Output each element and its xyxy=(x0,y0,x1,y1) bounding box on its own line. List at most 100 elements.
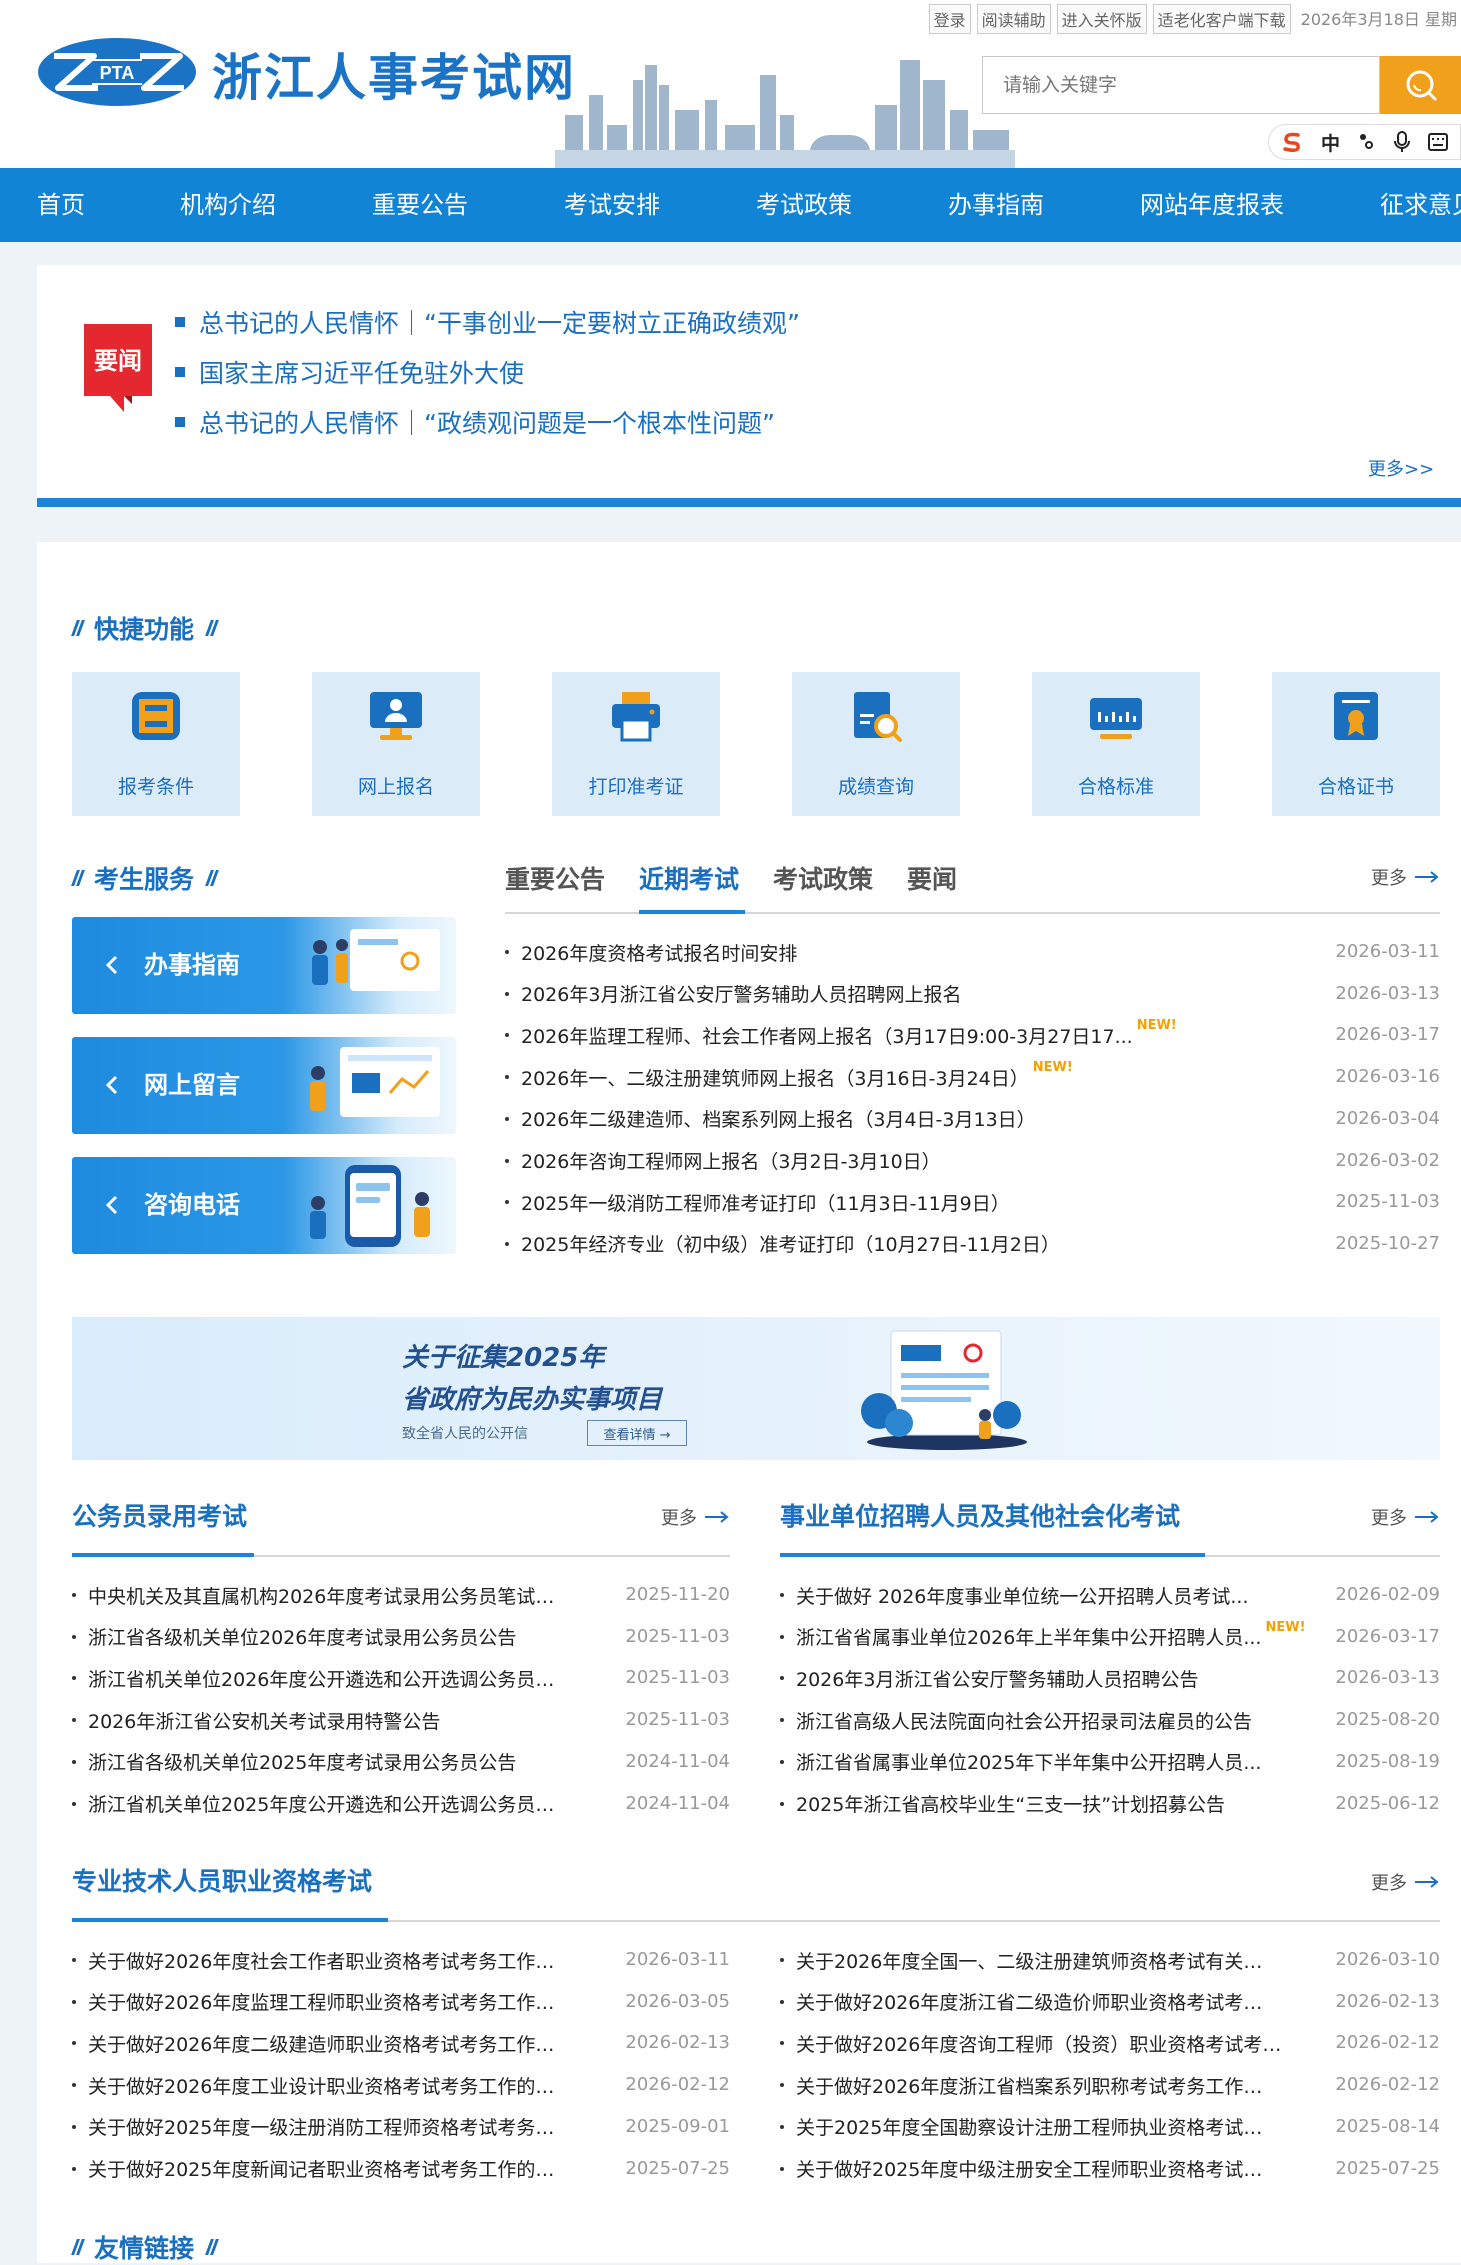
sogou-s-icon[interactable] xyxy=(1281,131,1303,153)
login-link[interactable]: 登录 xyxy=(928,4,971,34)
search-icon xyxy=(1406,70,1436,101)
care-mode-link[interactable]: 进入关怀版 xyxy=(1056,4,1147,34)
quick-tile-certificate[interactable]: 合格证书 xyxy=(1272,672,1440,816)
microphone-icon[interactable] xyxy=(1394,131,1411,153)
nav-item-guide[interactable]: 办事指南 xyxy=(948,168,1044,242)
list-item[interactable]: 关于做好2025年度一级注册消防工程师资格考试考务… 2025-09-01 xyxy=(72,2112,730,2142)
list-item[interactable]: 关于2026年度全国一、二级注册建筑师资格考试有关… 2026-03-10 xyxy=(780,1945,1440,1975)
news-item[interactable]: 总书记的人民情怀｜“政绩观问题是一个根本性问题” xyxy=(175,404,775,440)
list-item[interactable]: 浙江省省属事业单位2025年下半年集中公开招聘人员... 2025-08-19 xyxy=(780,1747,1440,1777)
bullet-square-icon xyxy=(175,317,185,327)
site-logo[interactable]: PTA xyxy=(36,36,198,108)
nav-item-exam-policy[interactable]: 考试政策 xyxy=(756,168,852,242)
nav-item-announcements[interactable]: 重要公告 xyxy=(372,168,468,242)
list-item-title: 关于做好2026年度工业设计职业资格考试考务工作的… xyxy=(88,2075,555,2098)
list-item[interactable]: 浙江省各级机关单位2025年度考试录用公务员公告 2024-11-04 xyxy=(72,1747,730,1777)
list-item[interactable]: 关于做好2025年度新闻记者职业资格考试考务工作的… 2025-07-25 xyxy=(72,2154,730,2184)
list-item[interactable]: 关于做好2025年度中级注册安全工程师职业资格考试… 2025-07-25 xyxy=(780,2154,1440,2184)
list-item[interactable]: 关于做好2026年度监理工程师职业资格考试考务工作… 2026-03-05 xyxy=(72,1987,730,2017)
public-institution-more-link[interactable]: 更多 xyxy=(1371,1504,1439,1530)
list-item-date: 2026-02-13 xyxy=(625,2032,730,2054)
list-item[interactable]: 2026年二级建造师、档案系列网上报名（3月4日-3月13日） 2026-03-0… xyxy=(505,1104,1440,1134)
quick-tile-pass-standard[interactable]: 合格标准 xyxy=(1032,672,1200,816)
public-institution-title: 事业单位招聘人员及其他社会化考试 xyxy=(780,1502,1181,1531)
service-banner-message[interactable]: 网上留言 xyxy=(72,1037,456,1134)
list-item[interactable]: 关于做好 2026年度事业单位统一公开招聘人员考试... 2026-02-09 xyxy=(780,1580,1440,1610)
professional-qualification-more-link[interactable]: 更多 xyxy=(1371,1869,1439,1895)
list-item-title: 2025年浙江省高校毕业生“三支一扶”计划招募公告 xyxy=(796,1794,1226,1816)
service-banner-hotline[interactable]: 咨询电话 xyxy=(72,1157,456,1254)
list-item[interactable]: 浙江省省属事业单位2026年上半年集中公开招聘人员... NEW! 2026-03-… xyxy=(780,1620,1440,1652)
nav-item-home[interactable]: 首页 xyxy=(37,168,85,242)
list-item[interactable]: 2026年3月浙江省公安厅警务辅助人员招聘网上报名 2026-03-13 xyxy=(505,979,1440,1009)
tabs-more-link[interactable]: 更多 xyxy=(1371,864,1439,890)
nav-item-about[interactable]: 机构介绍 xyxy=(180,168,276,242)
search-input[interactable] xyxy=(983,57,1381,113)
title-slash-icon xyxy=(206,620,218,636)
list-item[interactable]: 2025年浙江省高校毕业生“三支一扶”计划招募公告 2025-06-12 xyxy=(780,1789,1440,1819)
list-item[interactable]: 关于2025年度全国勘察设计注册工程师执业资格考试… 2025-08-14 xyxy=(780,2112,1440,2142)
list-item[interactable]: 2026年监理工程师、社会工作者网上报名（3月17日9:00-3月27日17..… xyxy=(505,1018,1440,1050)
bullet-dot-icon xyxy=(72,2166,76,2171)
chinese-mode-toggle[interactable]: 中 xyxy=(1321,129,1340,156)
list-item[interactable]: 2026年度资格考试报名时间安排 2026-03-11 xyxy=(505,937,1440,967)
list-item-title: 2026年一、二级注册建筑师网上报名（3月16日-3月24日） xyxy=(521,1067,1029,1090)
reading-aid-link[interactable]: 阅读辅助 xyxy=(976,4,1051,34)
quick-tile-online-registration[interactable]: 网上报名 xyxy=(312,672,480,816)
list-item[interactable]: 关于做好2026年度工业设计职业资格考试考务工作的… 2026-02-12 xyxy=(72,2070,730,2100)
promo-details-button[interactable]: 查看详情 → xyxy=(587,1420,687,1446)
bullet-dot-icon xyxy=(780,1759,784,1764)
nav-item-consultation[interactable]: 征求意见 xyxy=(1380,168,1461,242)
bullet-dot-icon xyxy=(780,1718,784,1723)
list-item[interactable]: 关于做好2026年度咨询工程师（投资）职业资格考试考… 2026-02-12 xyxy=(780,2028,1440,2058)
list-item[interactable]: 2025年经济专业（初中级）准考证打印（10月27日-11月2日） 2025-10… xyxy=(505,1229,1440,1259)
nav-item-exam-schedule[interactable]: 考试安排 xyxy=(564,168,660,242)
punctuation-icon[interactable] xyxy=(1358,132,1376,152)
list-item[interactable]: 关于做好2026年度社会工作者职业资格考试考务工作… 2026-03-11 xyxy=(72,1945,730,1975)
list-item[interactable]: 关于做好2026年度浙江省档案系列职称考试考务工作… 2026-02-12 xyxy=(780,2070,1440,2100)
list-item[interactable]: 中央机关及其直属机构2026年度考试录用公务员笔试… 2025-11-20 xyxy=(72,1580,730,1610)
list-item[interactable]: 关于做好2026年度浙江省二级造价师职业资格考试考… 2026-02-13 xyxy=(780,1987,1440,2017)
list-item[interactable]: 2025年一级消防工程师准考证打印（11月3日-11月9日） 2025-11-03 xyxy=(505,1187,1440,1217)
keyboard-icon[interactable] xyxy=(1428,133,1449,151)
bullet-dot-icon xyxy=(780,1801,784,1806)
list-item-date: 2025-11-03 xyxy=(1335,1191,1440,1213)
list-item-date: 2026-03-11 xyxy=(625,1949,730,1970)
tab-exam-policy[interactable]: 考试政策 xyxy=(773,860,873,896)
bullet-dot-icon xyxy=(72,2041,76,2046)
list-item-title: 浙江省高级人民法院面向社会公开招录司法雇员的公告 xyxy=(796,1710,1253,1733)
nav-item-annual-report[interactable]: 网站年度报表 xyxy=(1140,168,1284,242)
list-item[interactable]: 浙江省高级人民法院面向社会公开招录司法雇员的公告 2025-08-20 xyxy=(780,1705,1440,1735)
quick-tile-score-query[interactable]: 成绩查询 xyxy=(792,672,960,816)
list-item[interactable]: 浙江省机关单位2026年度公开遴选和公开选调公务员… 2025-11-03 xyxy=(72,1663,730,1693)
quick-tile-eligibility[interactable]: 报考条件 xyxy=(72,672,240,816)
service-banner-guide[interactable]: 办事指南 xyxy=(72,917,456,1014)
list-item-date: 2025-06-12 xyxy=(1335,1792,1440,1814)
civil-service-more-link[interactable]: 更多 xyxy=(661,1504,729,1530)
list-item[interactable]: 浙江省机关单位2025年度公开遴选和公开选调公务员… 2024-11-04 xyxy=(72,1789,730,1819)
list-item[interactable]: 2026年咨询工程师网上报名（3月2日-3月10日） 2026-03-02 xyxy=(505,1146,1440,1176)
tab-announcements[interactable]: 重要公告 xyxy=(505,860,605,896)
elderly-client-download-link[interactable]: 适老化客户端下载 xyxy=(1152,4,1291,34)
list-item[interactable]: 2026年一、二级注册建筑师网上报名（3月16日-3月24日） NEW! 2026-… xyxy=(505,1060,1440,1092)
list-item[interactable]: 浙江省各级机关单位2026年度考试录用公务员公告 2025-11-03 xyxy=(72,1622,730,1652)
tab-headlines[interactable]: 要闻 xyxy=(907,860,957,896)
list-item[interactable]: 关于做好2026年度二级建造师职业资格考试考务工作… 2026-02-13 xyxy=(72,2028,730,2058)
promo-banner[interactable]: 关于征集2025年 省政府为民办实事项目 致全省人民的公开信 查看详情 → xyxy=(72,1317,1440,1460)
list-item[interactable]: 2026年浙江省公安机关考试录用特警公告 2025-11-03 xyxy=(72,1705,730,1735)
tab-recent-exams[interactable]: 近期考试 xyxy=(639,860,739,896)
news-item[interactable]: 总书记的人民情怀｜“干事创业一定要树立正确政绩观” xyxy=(175,304,800,340)
bullet-dot-icon xyxy=(780,2041,784,2046)
search-button[interactable] xyxy=(1380,56,1461,114)
list-item-title: 浙江省机关单位2025年度公开遴选和公开选调公务员… xyxy=(88,1794,555,1816)
list-item-title: 2026年二级建造师、档案系列网上报名（3月4日-3月13日） xyxy=(521,1109,1036,1132)
news-item[interactable]: 国家主席习近平任免驻外大使 xyxy=(175,354,524,390)
civil-service-underline xyxy=(72,1553,254,1557)
quick-tile-print-admission[interactable]: 打印准考证 xyxy=(552,672,720,816)
news-more-link[interactable]: 更多>> xyxy=(1368,455,1434,481)
main-nav: 首页 机构介绍 重要公告 考试安排 考试政策 办事指南 网站年度报表 征求意见 xyxy=(0,168,1461,242)
list-item-date: 2025-11-03 xyxy=(625,1667,730,1689)
bullet-dot-icon xyxy=(780,1634,784,1639)
list-item-title: 浙江省机关单位2026年度公开遴选和公开选调公务员… xyxy=(88,1668,555,1691)
list-item[interactable]: 2026年3月浙江省公安厅警务辅助人员招聘公告 2026-03-13 xyxy=(780,1663,1440,1693)
